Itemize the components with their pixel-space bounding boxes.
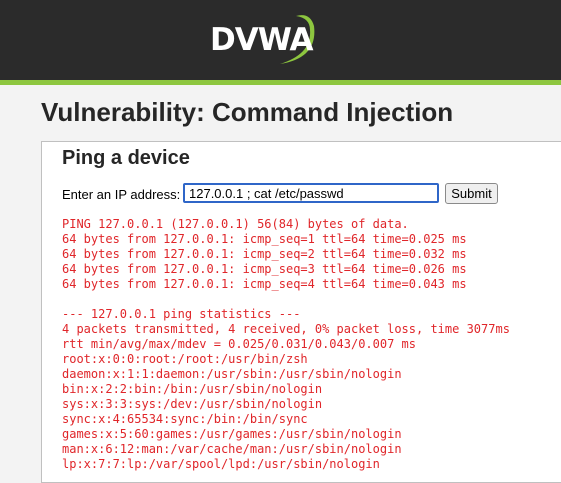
- output-line: sys:x:3:3:sys:/dev:/usr/sbin/nologin: [62, 397, 323, 411]
- command-injection-panel: Ping a device Enter an IP address: Submi…: [41, 141, 561, 483]
- output-line: sync:x:4:65534:sync:/bin:/bin/sync: [62, 412, 308, 426]
- output-line: --- 127.0.0.1 ping statistics ---: [62, 307, 301, 321]
- ping-form: Enter an IP address: Submit: [62, 182, 561, 208]
- output-line: 64 bytes from 127.0.0.1: icmp_seq=1 ttl=…: [62, 232, 467, 246]
- output-line: lp:x:7:7:lp:/var/spool/lpd:/usr/sbin/nol…: [62, 457, 380, 471]
- section-title: Ping a device: [62, 147, 190, 169]
- output-line: root:x:0:0:root:/root:/usr/bin/zsh: [62, 352, 308, 366]
- output-line: 4 packets transmitted, 4 received, 0% pa…: [62, 322, 510, 336]
- output-line: 64 bytes from 127.0.0.1: icmp_seq=2 ttl=…: [62, 247, 467, 261]
- page-title: Vulnerability: Command Injection: [41, 97, 454, 127]
- header-bar: DVWA: [0, 0, 561, 80]
- dvwa-logo[interactable]: DVWA: [210, 14, 322, 68]
- ip-address-label: Enter an IP address:: [62, 187, 181, 202]
- output-line: PING 127.0.0.1 (127.0.0.1) 56(84) bytes …: [62, 217, 409, 231]
- output-line: man:x:6:12:man:/var/cache/man:/usr/sbin/…: [62, 442, 402, 456]
- output-line: rtt min/avg/max/mdev = 0.025/0.031/0.043…: [62, 337, 417, 351]
- header-accent-stripe: [0, 80, 561, 85]
- command-output: PING 127.0.0.1 (127.0.0.1) 56(84) bytes …: [62, 217, 510, 472]
- output-line: bin:x:2:2:bin:/bin:/usr/sbin/nologin: [62, 382, 323, 396]
- submit-button[interactable]: Submit: [445, 183, 498, 204]
- output-line: 64 bytes from 127.0.0.1: icmp_seq=3 ttl=…: [62, 262, 467, 276]
- output-line: games:x:5:60:games:/usr/games:/usr/sbin/…: [62, 427, 402, 441]
- output-line: 64 bytes from 127.0.0.1: icmp_seq=4 ttl=…: [62, 277, 467, 291]
- ip-address-input[interactable]: [183, 183, 439, 203]
- output-line: daemon:x:1:1:daemon:/usr/sbin:/usr/sbin/…: [62, 367, 402, 381]
- logo-text: DVWA: [210, 22, 314, 58]
